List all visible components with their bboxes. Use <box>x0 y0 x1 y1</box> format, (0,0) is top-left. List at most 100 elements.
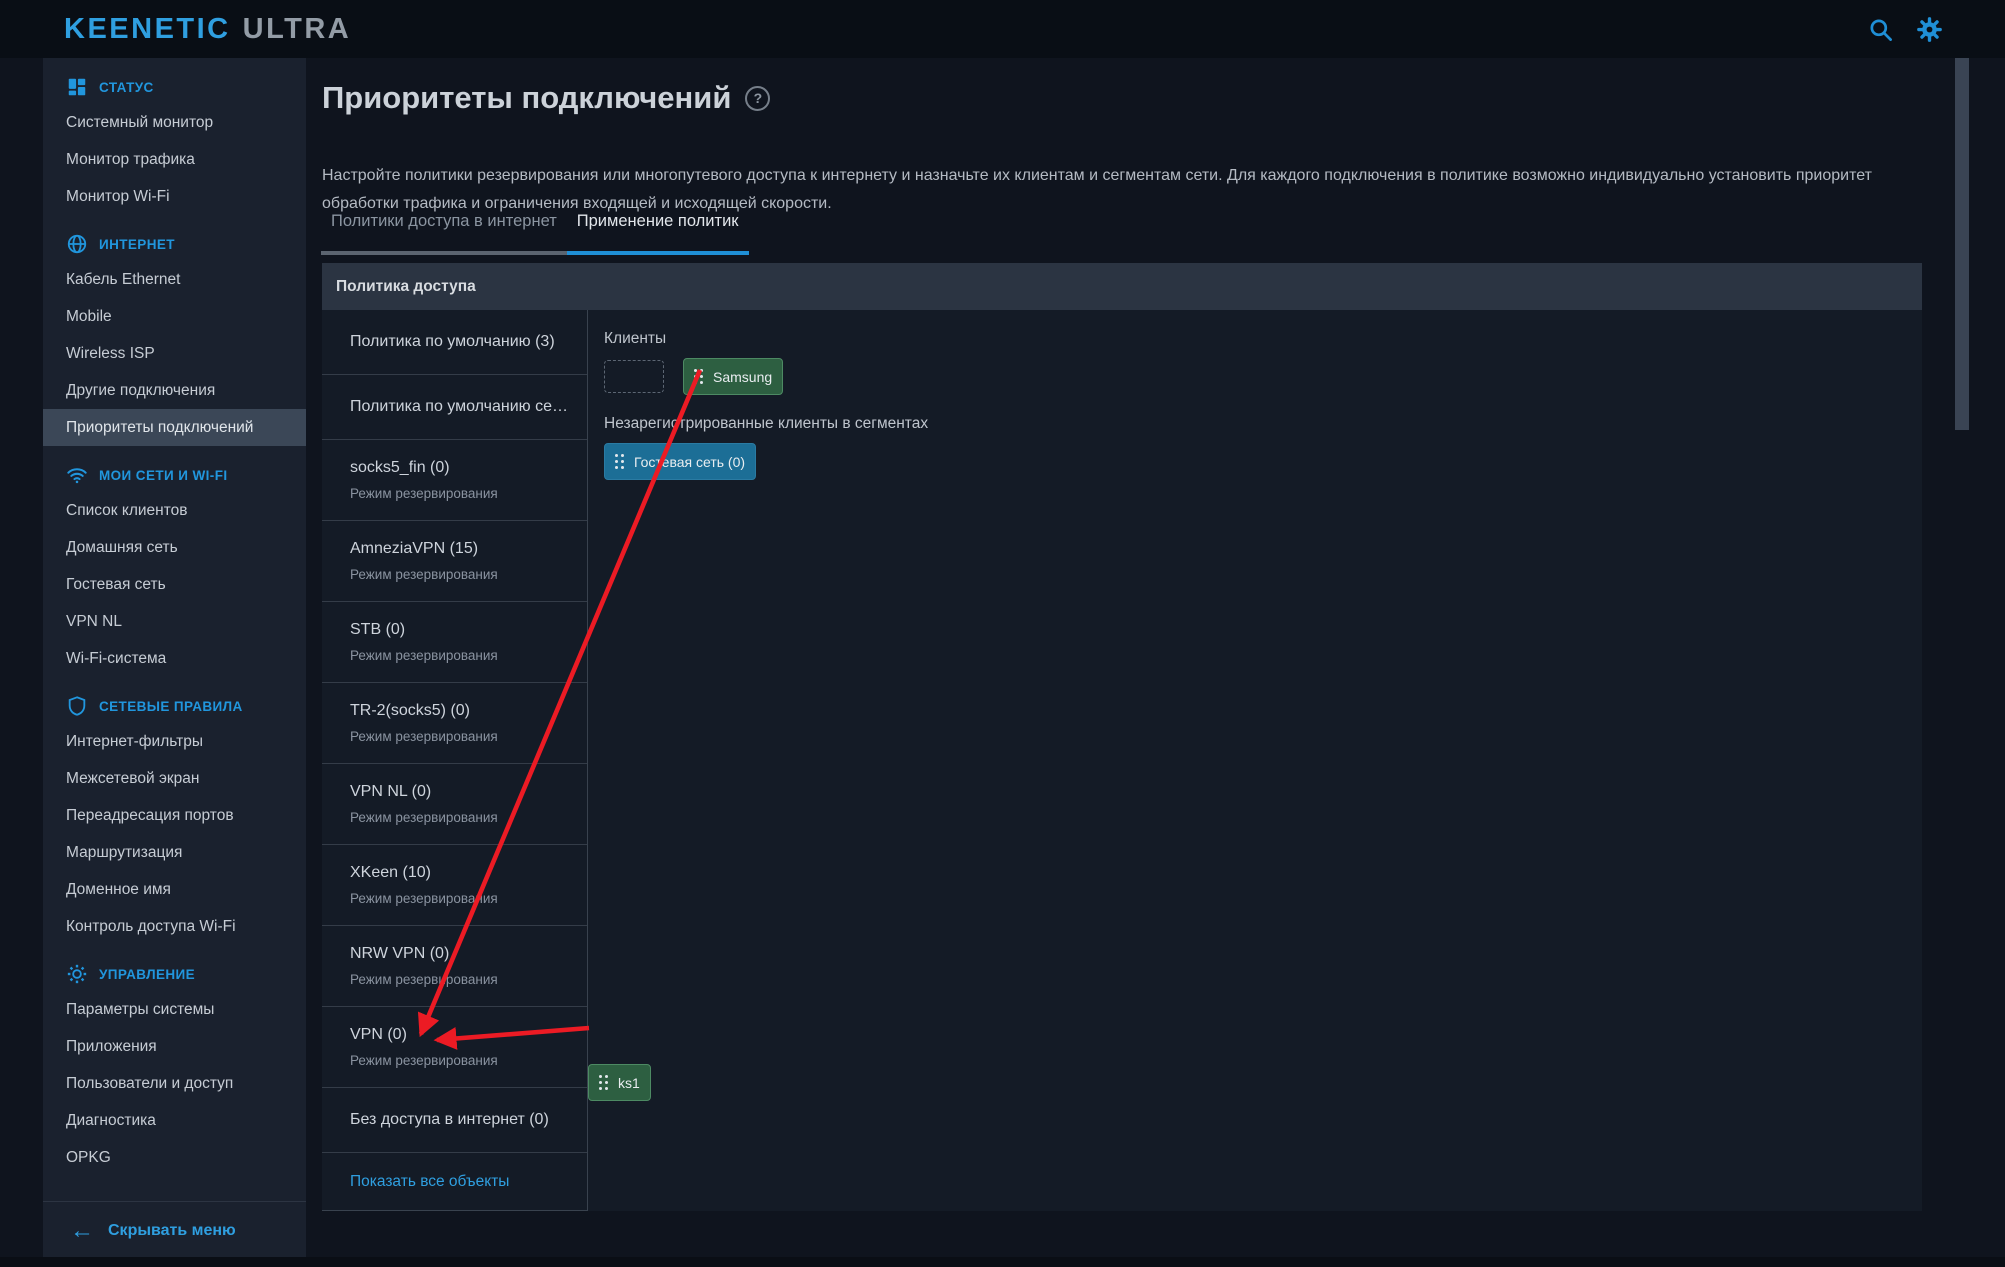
search-icon[interactable] <box>1867 16 1894 43</box>
topbar-actions <box>1867 0 1943 58</box>
globe-icon <box>66 233 88 255</box>
sidebar-item[interactable]: OPKG <box>43 1139 306 1176</box>
dashboard-icon <box>66 76 88 98</box>
bottom-edge <box>0 1257 2005 1267</box>
sidebar-section: СТАТУС Системный монитор Монитор трафика М… <box>43 70 306 215</box>
sidebar-item[interactable]: Переадресация портов <box>43 797 306 834</box>
panel-body: Политика по умолчанию (3) Политика по ум… <box>322 310 1922 1211</box>
sidebar-item[interactable]: Контроль доступа Wi-Fi <box>43 908 306 945</box>
policy-name: AmneziaVPN (15) <box>350 540 479 557</box>
sidebar-section-label: СЕТЕВЫЕ ПРАВИЛА <box>99 698 243 714</box>
policy-row[interactable]: NRW VPN (0) Режим резервирования <box>322 926 587 1007</box>
sidebar-section-label: СТАТУС <box>99 79 154 95</box>
clients-area: Клиенты Samsung Незарегистрированные кли… <box>588 310 1922 1211</box>
policy-name: XKeen (10) <box>350 864 431 881</box>
sidebar-item[interactable]: Пользователи и доступ <box>43 1065 306 1102</box>
hide-menu-label: Скрывать меню <box>108 1221 236 1239</box>
sidebar-section-header: МОИ СЕТИ И WI-FI <box>43 458 306 492</box>
app-logo: KEENETIC ULTRA <box>64 13 351 46</box>
policy-name: VPN NL (0) <box>350 783 432 800</box>
help-icon[interactable]: ? <box>745 85 771 111</box>
wifi-icon <box>66 464 88 486</box>
sidebar-item[interactable]: Монитор трафика <box>43 141 306 178</box>
policy-mode: Режим резервирования <box>350 648 498 663</box>
sidebar-section-header: УПРАВЛЕНИЕ <box>43 957 306 991</box>
client-chip[interactable]: Samsung <box>683 358 784 395</box>
policy-name: Политика по умолчанию (3) <box>350 333 555 350</box>
clients-chip-row: Samsung <box>604 358 1922 395</box>
policy-name: STB (0) <box>350 621 406 638</box>
drag-handle-icon[interactable] <box>599 1075 608 1090</box>
logo-text-primary: KEENETIC <box>64 12 231 45</box>
sidebar-item[interactable]: Доменное имя <box>43 871 306 908</box>
policy-mode: Режим резервирования <box>350 810 498 825</box>
sidebar-section-header: СЕТЕВЫЕ ПРАВИЛА <box>43 689 306 723</box>
sidebar-section-header: ИНТЕРНЕТ <box>43 227 306 261</box>
show-all-objects-link[interactable]: Показать все объекты <box>322 1153 587 1211</box>
sidebar-item[interactable]: Домашняя сеть <box>43 529 306 566</box>
chip-label: Гостевая сеть (0) <box>634 453 746 470</box>
drag-handle-icon[interactable] <box>694 369 703 384</box>
sidebar-item-active[interactable]: Приоритеты подключений <box>43 409 306 446</box>
sidebar-section-label: УПРАВЛЕНИЕ <box>99 966 196 982</box>
sidebar-item[interactable]: VPN NL <box>43 603 306 640</box>
sidebar-item[interactable]: Кабель Ethernet <box>43 261 306 298</box>
sidebar-section: МОИ СЕТИ И WI-FI Список клиентов Домашняя… <box>43 458 306 677</box>
policy-mode: Режим резервирования <box>350 729 498 744</box>
unregistered-clients-label: Незарегистрированные клиенты в сегментах <box>604 415 929 432</box>
policy-row[interactable]: VPN (0) Режим резервирования <box>322 1007 587 1088</box>
tab[interactable]: Политики доступа в интернет <box>321 206 567 255</box>
drag-handle-icon[interactable] <box>615 454 624 469</box>
top-bar: KEENETIC ULTRA <box>0 0 2005 58</box>
policy-row[interactable]: VPN NL (0) Режим резервирования <box>322 764 587 845</box>
policy-row[interactable]: STB (0) Режим резервирования <box>322 602 587 683</box>
gear-icon[interactable] <box>1916 16 1943 43</box>
sidebar-item[interactable]: Список клиентов <box>43 492 306 529</box>
sidebar-item[interactable]: Системный монитор <box>43 104 306 141</box>
sidebar-section: УПРАВЛЕНИЕ Параметры системы Приложения По… <box>43 957 306 1176</box>
policy-row[interactable]: Политика по умолчанию се…(12) <box>322 375 587 440</box>
page-title-text: Приоритеты подключений <box>322 80 732 115</box>
tab-active[interactable]: Применение политик <box>566 206 749 255</box>
main-content: Приоритеты подключений ? Настройте полит… <box>321 58 1922 1267</box>
sidebar-item[interactable]: Параметры системы <box>43 991 306 1028</box>
policy-row[interactable]: socks5_fin (0) Режим резервирования <box>322 440 587 521</box>
sidebar-item[interactable]: Диагностика <box>43 1102 306 1139</box>
policy-list: Политика по умолчанию (3) Политика по ум… <box>322 310 588 1211</box>
policy-row[interactable]: Политика по умолчанию (3) <box>322 310 587 375</box>
sidebar-item[interactable]: Межсетевой экран <box>43 760 306 797</box>
sidebar-section-header: СТАТУС <box>43 70 306 104</box>
sidebar-section-label: ИНТЕРНЕТ <box>99 236 175 252</box>
sidebar-item[interactable]: Маршрутизация <box>43 834 306 871</box>
sidebar-item[interactable]: Wireless ISP <box>43 335 306 372</box>
policy-name: TR-2(socks5) (0) <box>350 702 471 719</box>
policy-mode: Режим резервирования <box>350 486 498 501</box>
sidebar-item[interactable]: Mobile <box>43 298 306 335</box>
policy-panel: Политика доступа Политика по умолчанию (… <box>322 263 1922 1211</box>
sidebar-item[interactable]: Гостевая сеть <box>43 566 306 603</box>
sidebar-item[interactable]: Монитор Wi-Fi <box>43 178 306 215</box>
client-drop-placeholder[interactable] <box>604 360 664 393</box>
chip-label: ks1 <box>618 1074 640 1091</box>
sidebar-item[interactable]: Приложения <box>43 1028 306 1065</box>
hide-menu-button[interactable]: ← Скрывать меню <box>43 1201 306 1259</box>
dragged-chip-container: ks1 <box>588 1064 651 1101</box>
policy-mode: Режим резервирования <box>350 891 498 906</box>
policy-name: NRW VPN (0) <box>350 945 450 962</box>
sidebar-item[interactable]: Другие подключения <box>43 372 306 409</box>
policy-row[interactable]: Без доступа в интернет (0) <box>322 1088 587 1153</box>
policy-mode: Режим резервирования <box>350 972 498 987</box>
clients-label: Клиенты <box>604 330 667 347</box>
segments-chip-row: Гостевая сеть (0) <box>604 443 1922 480</box>
back-arrow-icon: ← <box>70 1216 94 1244</box>
client-chip[interactable]: Гостевая сеть (0) <box>604 443 757 480</box>
policy-mode: Режим резервирования <box>350 567 498 582</box>
sidebar-item[interactable]: Интернет-фильтры <box>43 723 306 760</box>
policy-row[interactable]: XKeen (10) Режим резервирования <box>322 845 587 926</box>
policy-row[interactable]: AmneziaVPN (15) Режим резервирования <box>322 521 587 602</box>
client-chip[interactable]: ks1 <box>588 1064 651 1101</box>
shield-icon <box>66 695 88 717</box>
sidebar-item[interactable]: Wi-Fi-система <box>43 640 306 677</box>
scrollbar[interactable] <box>1955 58 1969 430</box>
policy-row[interactable]: TR-2(socks5) (0) Режим резервирования <box>322 683 587 764</box>
